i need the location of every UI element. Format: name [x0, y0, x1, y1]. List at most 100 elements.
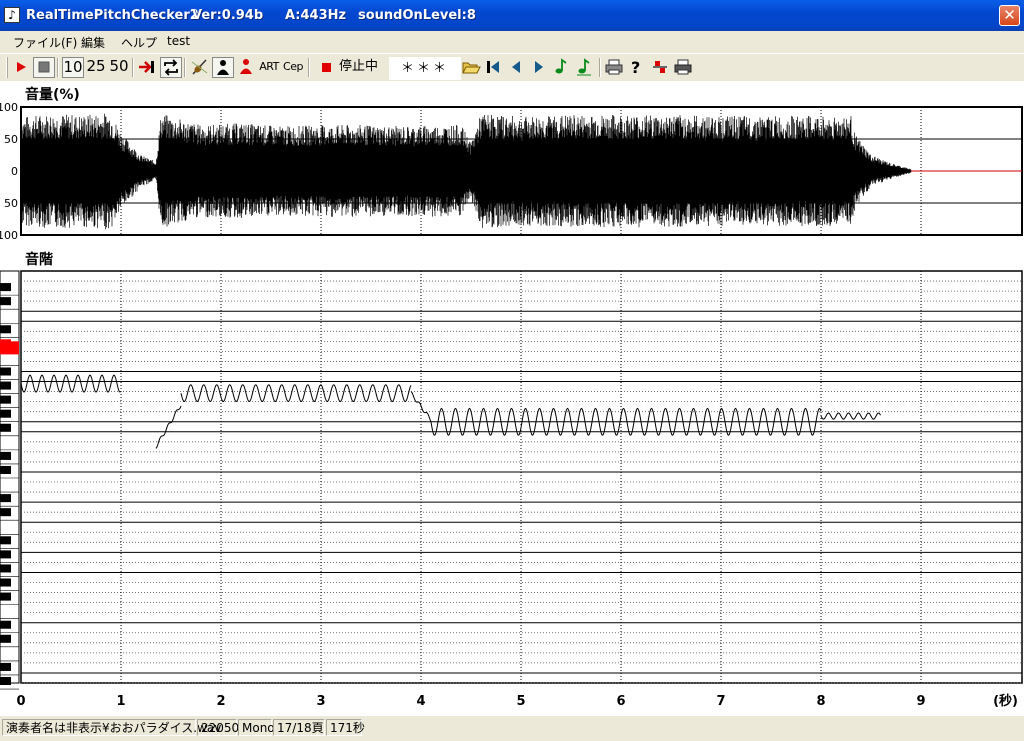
piano-black-key — [0, 508, 11, 517]
note-display: ＊＊＊ — [389, 57, 461, 80]
piano-black-key — [0, 536, 11, 545]
time-tick: 5 — [516, 694, 525, 709]
time-tick: 2 — [216, 694, 225, 709]
note-button[interactable] — [551, 57, 573, 78]
print2-button[interactable] — [672, 57, 694, 78]
piano-black-key — [0, 676, 11, 686]
singer-red-icon — [240, 59, 252, 74]
stop-button[interactable] — [33, 57, 55, 78]
note-icon — [555, 58, 567, 74]
piano-black-key — [0, 423, 11, 432]
open-folder-icon — [462, 62, 481, 74]
play-icon — [17, 62, 26, 72]
piano-black-key — [0, 465, 11, 474]
zoom-25-button[interactable]: 25 — [85, 57, 107, 78]
violin-icon — [191, 59, 208, 75]
time-tick: 9 — [916, 694, 925, 709]
note-alt-icon — [577, 58, 591, 76]
title-bar: ♪ RealTimePitchChecker2 Ver:0.94b A:443H… — [0, 0, 1024, 31]
jump-end-icon — [139, 61, 154, 73]
jump-end-button[interactable] — [136, 57, 158, 78]
piano-black-key — [0, 620, 11, 629]
toolbar-separator — [308, 58, 310, 77]
note-alt-button[interactable] — [574, 57, 596, 78]
toolbar: 10 25 50 ART Cep 停止中 ＊＊＊ ? — [0, 53, 1024, 81]
pitch-frame — [20, 270, 1023, 684]
piano-black-key — [0, 395, 11, 404]
menu-edit[interactable]: 編集 — [81, 34, 105, 51]
piano-black-key — [0, 550, 11, 559]
status-bar: 演奏者名は非表示¥おおパラダイス.wav 22050 Mono 17/18頁 1… — [0, 715, 1024, 741]
piano-black-key — [0, 578, 11, 587]
piano-black-key — [0, 325, 11, 334]
volume-y-tick: 50 — [4, 133, 18, 146]
time-tick: 4 — [416, 694, 425, 709]
help-icon: ? — [631, 58, 640, 77]
marker-button[interactable] — [649, 57, 671, 78]
app-icon[interactable]: ♪ — [4, 7, 20, 23]
charts-svg[interactable]: 100 50 0 50 100 0 1 2 3 4 5 6 7 8 9 (秒) — [0, 81, 1024, 716]
piano-black-key — [0, 283, 11, 292]
piano-black-key — [0, 592, 11, 601]
time-tick: 0 — [16, 694, 25, 709]
sound-on-level-label: soundOnLevel:8 — [358, 8, 476, 23]
first-button[interactable] — [482, 57, 504, 78]
open-button[interactable] — [460, 57, 482, 78]
print-button[interactable] — [603, 57, 625, 78]
volume-y-tick: 100 — [0, 229, 18, 242]
toolbar-grip — [6, 57, 8, 78]
loop-button[interactable] — [160, 57, 182, 78]
piano-black-key — [0, 409, 11, 418]
piano-key-highlight — [0, 341, 19, 355]
close-button[interactable]: ✕ — [999, 5, 1020, 26]
help-button[interactable]: ? — [626, 57, 648, 78]
zoom-10-button[interactable]: 10 — [62, 57, 84, 78]
time-tick: 8 — [816, 694, 825, 709]
menu-help[interactable]: ヘルプ — [121, 34, 157, 51]
status-channels: Mono — [238, 719, 275, 736]
record-stop-button[interactable] — [315, 57, 337, 78]
next-icon — [535, 61, 543, 73]
cep-button[interactable]: Cep — [282, 57, 304, 78]
record-stop-icon — [322, 63, 331, 72]
prev-button[interactable] — [505, 57, 527, 78]
menu-bar: ファイル(F) 編集 ヘルプ test — [0, 31, 1024, 52]
time-tick: 7 — [716, 694, 725, 709]
art-button[interactable]: ART — [258, 57, 280, 78]
toolbar-separator — [599, 58, 601, 77]
status-page: 17/18頁 — [273, 719, 325, 736]
piano-black-key — [0, 662, 11, 671]
marker-icon — [653, 61, 667, 73]
a-freq-label: A:443Hz — [285, 8, 347, 23]
piano-black-key — [0, 564, 11, 573]
menu-test[interactable]: test — [167, 34, 190, 48]
time-unit: (秒) — [993, 693, 1018, 709]
first-icon — [487, 61, 499, 73]
status-file: 演奏者名は非表示¥おおパラダイス.wav — [2, 719, 221, 736]
volume-y-tick: 100 — [0, 101, 18, 114]
volume-y-tick: 50 — [4, 197, 18, 210]
singer-red-button[interactable] — [235, 57, 257, 78]
time-tick: 1 — [116, 694, 125, 709]
svg-text:?: ? — [631, 58, 640, 77]
status-text: 停止中 — [339, 59, 379, 74]
print2-icon — [674, 59, 692, 75]
chart-area: 音量(%) 音階 100 50 0 50 100 0 1 2 3 4 5 6 7 8 9 (秒) — [0, 81, 1024, 716]
piano-black-key — [0, 381, 11, 390]
status-duration: 171秒 — [326, 719, 365, 736]
zoom-50-button[interactable]: 50 — [108, 57, 130, 78]
menu-file[interactable]: ファイル(F) — [13, 34, 77, 51]
loop-icon — [164, 59, 178, 76]
toolbar-separator — [184, 58, 186, 77]
play-button[interactable] — [11, 57, 31, 78]
print-icon — [605, 59, 623, 75]
toolbar-separator — [132, 58, 134, 77]
next-button[interactable] — [528, 57, 550, 78]
violin-button[interactable] — [189, 57, 211, 78]
singer-icon — [217, 60, 229, 75]
piano-black-key — [0, 367, 11, 376]
singer-button[interactable] — [212, 57, 234, 78]
piano-black-key — [0, 451, 11, 460]
piano-black-key — [0, 634, 11, 643]
status-rate: 22050 — [197, 719, 239, 736]
